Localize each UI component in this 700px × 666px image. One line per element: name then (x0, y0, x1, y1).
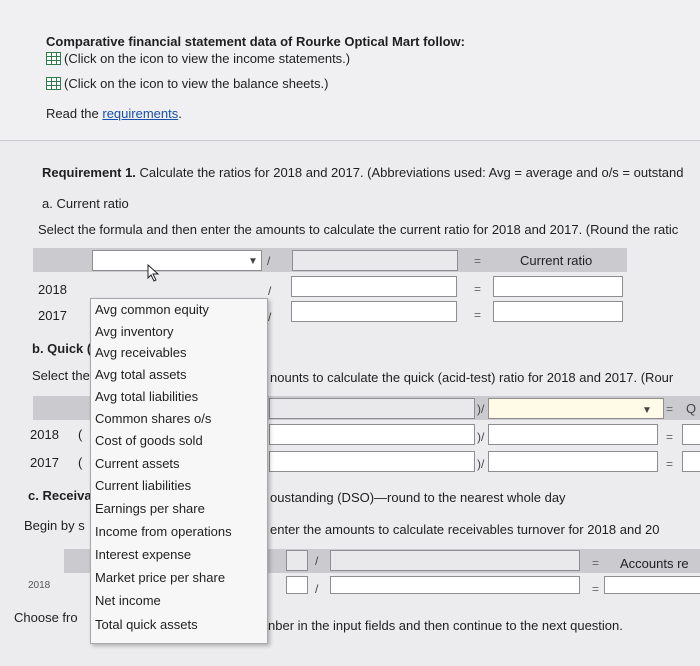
dropdown-option[interactable]: Avg common equity (95, 302, 209, 317)
row-year-2017: 2017 (38, 308, 67, 323)
dropdown-option[interactable]: Earnings per share (95, 501, 205, 516)
receivables-instruction-start: Begin by s (24, 518, 85, 533)
divide-sign: / (268, 284, 272, 298)
receivables-denominator-select[interactable] (330, 550, 580, 571)
income-statements-link[interactable]: (Click on the icon to view the income st… (64, 51, 350, 66)
equals-sign: = (474, 308, 482, 322)
dropdown-option[interactable]: Total quick assets (95, 617, 198, 632)
quick-ratio-2017-input[interactable] (682, 451, 700, 472)
read-suffix: . (178, 106, 182, 121)
receivables-formula-select[interactable] (286, 550, 308, 571)
dropdown-option[interactable]: Current liabilities (95, 478, 191, 493)
requirements-link[interactable]: requirements (102, 106, 178, 121)
current-ratio-header: Current ratio (520, 253, 593, 268)
current-ratio-instruction: Select the formula and then enter the am… (38, 222, 679, 237)
quick-ratio-2018-input[interactable] (682, 424, 700, 445)
net-sales-2018-input[interactable] (286, 576, 308, 594)
divide-sign: / (267, 254, 271, 268)
divide-sign: )/ (477, 402, 485, 416)
receivables-instruction-end: enter the amounts to calculate receivabl… (270, 522, 660, 537)
divide-sign: )/ (477, 457, 485, 471)
intro-panel: Comparative financial statement data of … (0, 0, 700, 141)
read-requirements-line: Read the requirements. (46, 106, 182, 121)
equals-sign: = (592, 582, 600, 596)
row-year-2017: 2017 (30, 455, 59, 470)
quick-assets-2017-input[interactable] (269, 451, 475, 472)
quick-ratio-denominator-select[interactable] (488, 398, 664, 419)
chevron-down-icon[interactable]: ▼ (248, 256, 258, 267)
avg-receivables-2018-input[interactable] (330, 576, 580, 594)
table-icon[interactable] (46, 77, 61, 90)
quick-assets-2018-input[interactable] (269, 424, 475, 445)
mouse-cursor-icon (147, 264, 160, 282)
receivables-turnover-2018-input[interactable] (604, 576, 700, 594)
read-prefix: Read the (46, 106, 103, 121)
requirement-label: Requirement 1. (42, 165, 136, 180)
intro-heading: Comparative financial statement data of … (46, 34, 465, 49)
table-icon[interactable] (46, 52, 61, 65)
footer-instruction-end: nber in the input fields and then contin… (268, 618, 623, 633)
formula-select-current-ratio[interactable] (92, 250, 262, 271)
dropdown-option[interactable]: Cost of goods sold (95, 433, 203, 448)
receivables-title-start: c. Receiva (28, 488, 92, 503)
receivables-header-right: Accounts re (620, 556, 689, 571)
dropdown-option[interactable]: Avg receivables (95, 345, 187, 360)
row-year-2018: 2018 (30, 427, 59, 442)
dropdown-option[interactable]: Common shares o/s (95, 411, 211, 426)
row-year-2018: 2018 (28, 580, 51, 591)
requirement-1-line: Requirement 1. Calculate the ratios for … (42, 165, 684, 180)
open-paren: ( (78, 455, 83, 470)
divide-sign: / (315, 554, 319, 568)
equals-sign: = (666, 402, 674, 416)
quick-liabilities-2017-input[interactable] (488, 451, 658, 472)
quick-liabilities-2018-input[interactable] (488, 424, 658, 445)
dropdown-option[interactable]: Income from operations (95, 524, 232, 539)
receivables-title-end: oustanding (DSO)—round to the nearest wh… (270, 490, 566, 505)
requirement-text: Calculate the ratios for 2018 and 2017. … (135, 165, 684, 180)
divide-sign: / (268, 310, 272, 324)
chevron-down-icon[interactable]: ▼ (642, 405, 652, 416)
equals-sign: = (592, 556, 600, 570)
dropdown-option[interactable]: Net income (95, 593, 161, 608)
denominator-select-current-ratio[interactable] (292, 250, 458, 271)
quick-ratio-title: b. Quick ( (32, 341, 92, 356)
dropdown-option[interactable]: Avg total assets (95, 367, 187, 382)
divide-sign: / (315, 582, 319, 596)
current-liabilities-2018-input[interactable] (291, 276, 457, 297)
row-year-2018: 2018 (38, 282, 67, 297)
equals-sign: = (474, 282, 482, 296)
open-paren: ( (78, 427, 83, 442)
equals-sign: = (666, 430, 674, 444)
equals-sign: = (666, 457, 674, 471)
quick-ratio-instruction-end: nounts to calculate the quick (acid-test… (270, 370, 674, 385)
formula-dropdown-list: Avg common equity Avg inventory Avg rece… (90, 298, 268, 644)
quick-ratio-header-fragment: Q (686, 401, 697, 416)
equals-sign: = (474, 254, 482, 268)
dropdown-option[interactable]: Market price per share (95, 570, 225, 585)
divide-sign: )/ (477, 430, 485, 444)
dropdown-option[interactable]: Current assets (95, 456, 180, 471)
dropdown-option[interactable]: Avg inventory (95, 324, 174, 339)
dropdown-option[interactable]: Avg total liabilities (95, 389, 198, 404)
balance-sheets-link[interactable]: (Click on the icon to view the balance s… (64, 76, 328, 91)
current-ratio-2017-input[interactable] (493, 301, 623, 322)
current-ratio-title: a. Current ratio (42, 196, 129, 211)
footer-instruction-start: Choose fro (14, 610, 78, 625)
quick-ratio-formula-select[interactable] (269, 398, 475, 419)
quick-ratio-instruction-start: Select the (32, 368, 90, 383)
dropdown-option[interactable]: Interest expense (95, 547, 191, 562)
current-ratio-2018-input[interactable] (493, 276, 623, 297)
current-liabilities-2017-input[interactable] (291, 301, 457, 322)
